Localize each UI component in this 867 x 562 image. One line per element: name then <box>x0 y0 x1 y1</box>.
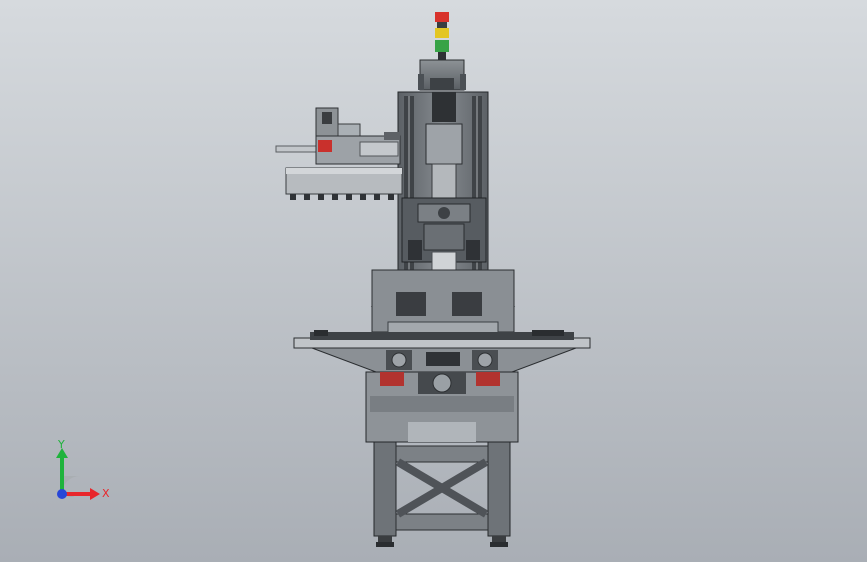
coordinate-triad-icon <box>56 448 100 500</box>
x-axis-label: X <box>102 487 110 500</box>
worktable <box>293 330 591 373</box>
y-axis-label: Y <box>58 438 65 451</box>
cad-viewport[interactable]: Y X <box>0 0 867 562</box>
signal-light-yellow <box>435 28 449 38</box>
coordinate-triad[interactable]: Y X <box>40 436 120 516</box>
machine-stand <box>373 441 511 547</box>
column-head <box>418 59 466 91</box>
signal-light-red <box>435 12 449 22</box>
column-base <box>370 268 516 335</box>
signal-light-green <box>435 40 449 52</box>
signal-tower <box>435 12 449 62</box>
tool-pockets <box>290 194 394 200</box>
machine-base <box>365 371 519 443</box>
tool-changer <box>275 107 403 200</box>
machine-model[interactable] <box>0 0 867 562</box>
